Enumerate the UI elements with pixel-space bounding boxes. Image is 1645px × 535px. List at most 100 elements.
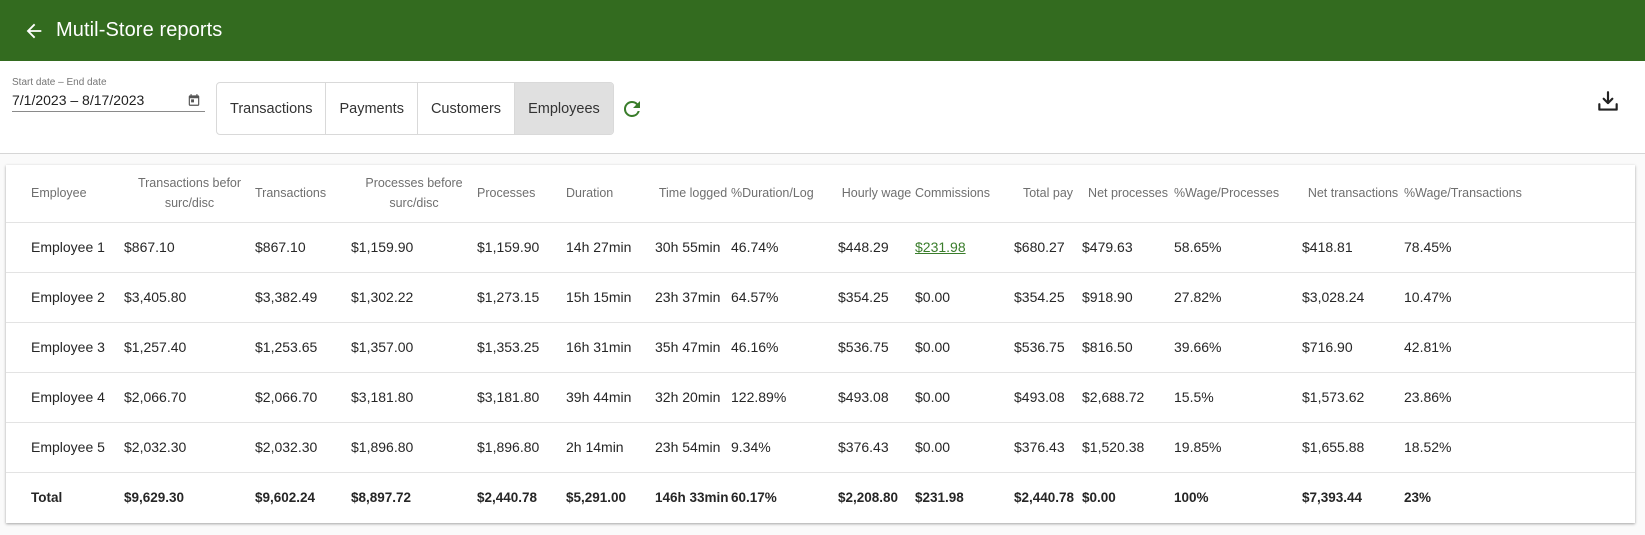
column-header[interactable]: Transactions befor surc/disc	[124, 165, 255, 223]
table-cell: 18.52%	[1404, 422, 1635, 473]
tab-payments[interactable]: Payments	[326, 83, 418, 134]
column-header[interactable]: %Duration/Log	[731, 165, 838, 223]
table-cell: $418.81	[1302, 222, 1404, 273]
page-title: Mutil-Store reports	[56, 19, 223, 41]
table-cell: 32h 20min	[655, 372, 731, 423]
table-cell: 46.74%	[731, 222, 838, 273]
table-cell: $3,382.49	[255, 272, 351, 323]
table-cell: 35h 47min	[655, 322, 731, 373]
date-range-field[interactable]: Start date – End date 7/1/2023 – 8/17/20…	[12, 77, 205, 179]
table-cell: $2,032.30	[124, 422, 255, 473]
calendar-icon[interactable]	[187, 93, 201, 107]
table-cell: $493.08	[1014, 372, 1082, 423]
table-cell: $3,181.80	[351, 372, 477, 423]
total-cell: $7,393.44	[1302, 471, 1404, 522]
table-row: Employee 4 $2,066.70 $2,066.70 $3,181.80…	[6, 372, 1635, 423]
column-header[interactable]: Processes before surc/disc	[351, 165, 477, 223]
column-header[interactable]: Time logged	[655, 165, 731, 223]
column-header[interactable]: Net transactions	[1302, 165, 1404, 223]
total-cell: 23%	[1404, 471, 1635, 522]
table-cell: 30h 55min	[655, 222, 731, 273]
report-tabs: Transactions Payments Customers Employee…	[216, 82, 614, 135]
table-cell: 39.66%	[1174, 322, 1302, 373]
column-header[interactable]: %Wage/Processes	[1174, 165, 1302, 223]
table-cell: 122.89%	[731, 372, 838, 423]
table-cell: $3,028.24	[1302, 272, 1404, 323]
table-cell: $1,302.22	[351, 272, 477, 323]
total-cell: $8,897.72	[351, 471, 477, 522]
total-cell: 60.17%	[731, 471, 838, 522]
table-cell: $1,520.38	[1082, 422, 1174, 473]
tab-customers[interactable]: Customers	[418, 83, 516, 134]
table-cell: 39h 44min	[566, 372, 655, 423]
table-cell: $1,257.40	[124, 322, 255, 373]
table-cell: $1,573.62	[1302, 372, 1404, 423]
employee-name-cell: Employee 4	[6, 372, 124, 423]
table-row: Employee 5 $2,032.30 $2,032.30 $1,896.80…	[6, 422, 1635, 473]
total-cell: $9,602.24	[255, 471, 351, 522]
table-cell: $536.75	[1014, 322, 1082, 373]
table-cell: 78.45%	[1404, 222, 1635, 273]
column-header[interactable]: Net processes	[1082, 165, 1174, 223]
column-header[interactable]: Total pay	[1014, 165, 1082, 223]
total-cell: $9,629.30	[124, 471, 255, 522]
column-header[interactable]: Commissions	[915, 165, 1014, 223]
table-cell: 10.47%	[1404, 272, 1635, 323]
commissions-link[interactable]: $231.98	[915, 239, 966, 255]
arrow-left-icon[interactable]	[23, 20, 45, 42]
date-range-underline	[12, 111, 205, 112]
total-cell: $2,208.80	[838, 471, 915, 522]
table-cell: $1,273.15	[477, 272, 566, 323]
column-header[interactable]: Duration	[566, 165, 655, 223]
refresh-icon[interactable]	[620, 97, 644, 121]
table-cell: $816.50	[1082, 322, 1174, 373]
total-cell: $0.00	[1082, 471, 1174, 522]
table-cell: 2h 14min	[566, 422, 655, 473]
table-cell: 19.85%	[1174, 422, 1302, 473]
app-bar: Mutil-Store reports	[0, 0, 1645, 61]
table-cell: $918.90	[1082, 272, 1174, 323]
table-cell: $354.25	[838, 272, 915, 323]
table-row: Employee 3 $1,257.40 $1,253.65 $1,357.00…	[6, 322, 1635, 373]
table-cell: 27.82%	[1174, 272, 1302, 323]
table-cell: 16h 31min	[566, 322, 655, 373]
commissions-cell: $0.00	[915, 272, 1014, 323]
table-cell: $2,066.70	[255, 372, 351, 423]
table-cell: $1,159.90	[477, 222, 566, 273]
table-cell: $1,655.88	[1302, 422, 1404, 473]
column-header[interactable]: Hourly wage	[838, 165, 915, 223]
table-cell: $493.08	[838, 372, 915, 423]
table-cell: $1,896.80	[477, 422, 566, 473]
employee-report-table: Employee Transactions befor surc/disc Tr…	[6, 165, 1635, 522]
table-cell: $479.63	[1082, 222, 1174, 273]
column-header[interactable]: %Wage/Transactions	[1404, 165, 1635, 223]
tab-employees[interactable]: Employees	[515, 83, 613, 134]
download-icon[interactable]	[1595, 89, 1621, 115]
table-row: Employee 1 $867.10 $867.10 $1,159.90 $1,…	[6, 222, 1635, 273]
commissions-cell: $0.00	[915, 422, 1014, 473]
table-cell: $2,688.72	[1082, 372, 1174, 423]
total-label: Total	[6, 471, 124, 522]
table-header-row: Employee Transactions befor surc/disc Tr…	[6, 165, 1635, 223]
table-cell: $867.10	[124, 222, 255, 273]
table-cell: $2,066.70	[124, 372, 255, 423]
table-cell: 15h 15min	[566, 272, 655, 323]
column-header[interactable]: Employee	[6, 165, 124, 223]
table-cell: $3,405.80	[124, 272, 255, 323]
table-cell: $376.43	[1014, 422, 1082, 473]
table-cell: $680.27	[1014, 222, 1082, 273]
column-header[interactable]: Transactions	[255, 165, 351, 223]
column-header[interactable]: Processes	[477, 165, 566, 223]
total-cell: $2,440.78	[477, 471, 566, 522]
table-cell: 46.16%	[731, 322, 838, 373]
table-cell: 23.86%	[1404, 372, 1635, 423]
table-cell: $448.29	[838, 222, 915, 273]
table-cell: 23h 37min	[655, 272, 731, 323]
total-cell: 146h 33min	[655, 471, 731, 522]
tab-transactions[interactable]: Transactions	[217, 83, 327, 134]
table-cell: $867.10	[255, 222, 351, 273]
commissions-cell: $0.00	[915, 372, 1014, 423]
date-range-value[interactable]: 7/1/2023 – 8/17/2023	[12, 92, 144, 108]
employee-name-cell: Employee 1	[6, 222, 124, 273]
employee-name-cell: Employee 2	[6, 272, 124, 323]
